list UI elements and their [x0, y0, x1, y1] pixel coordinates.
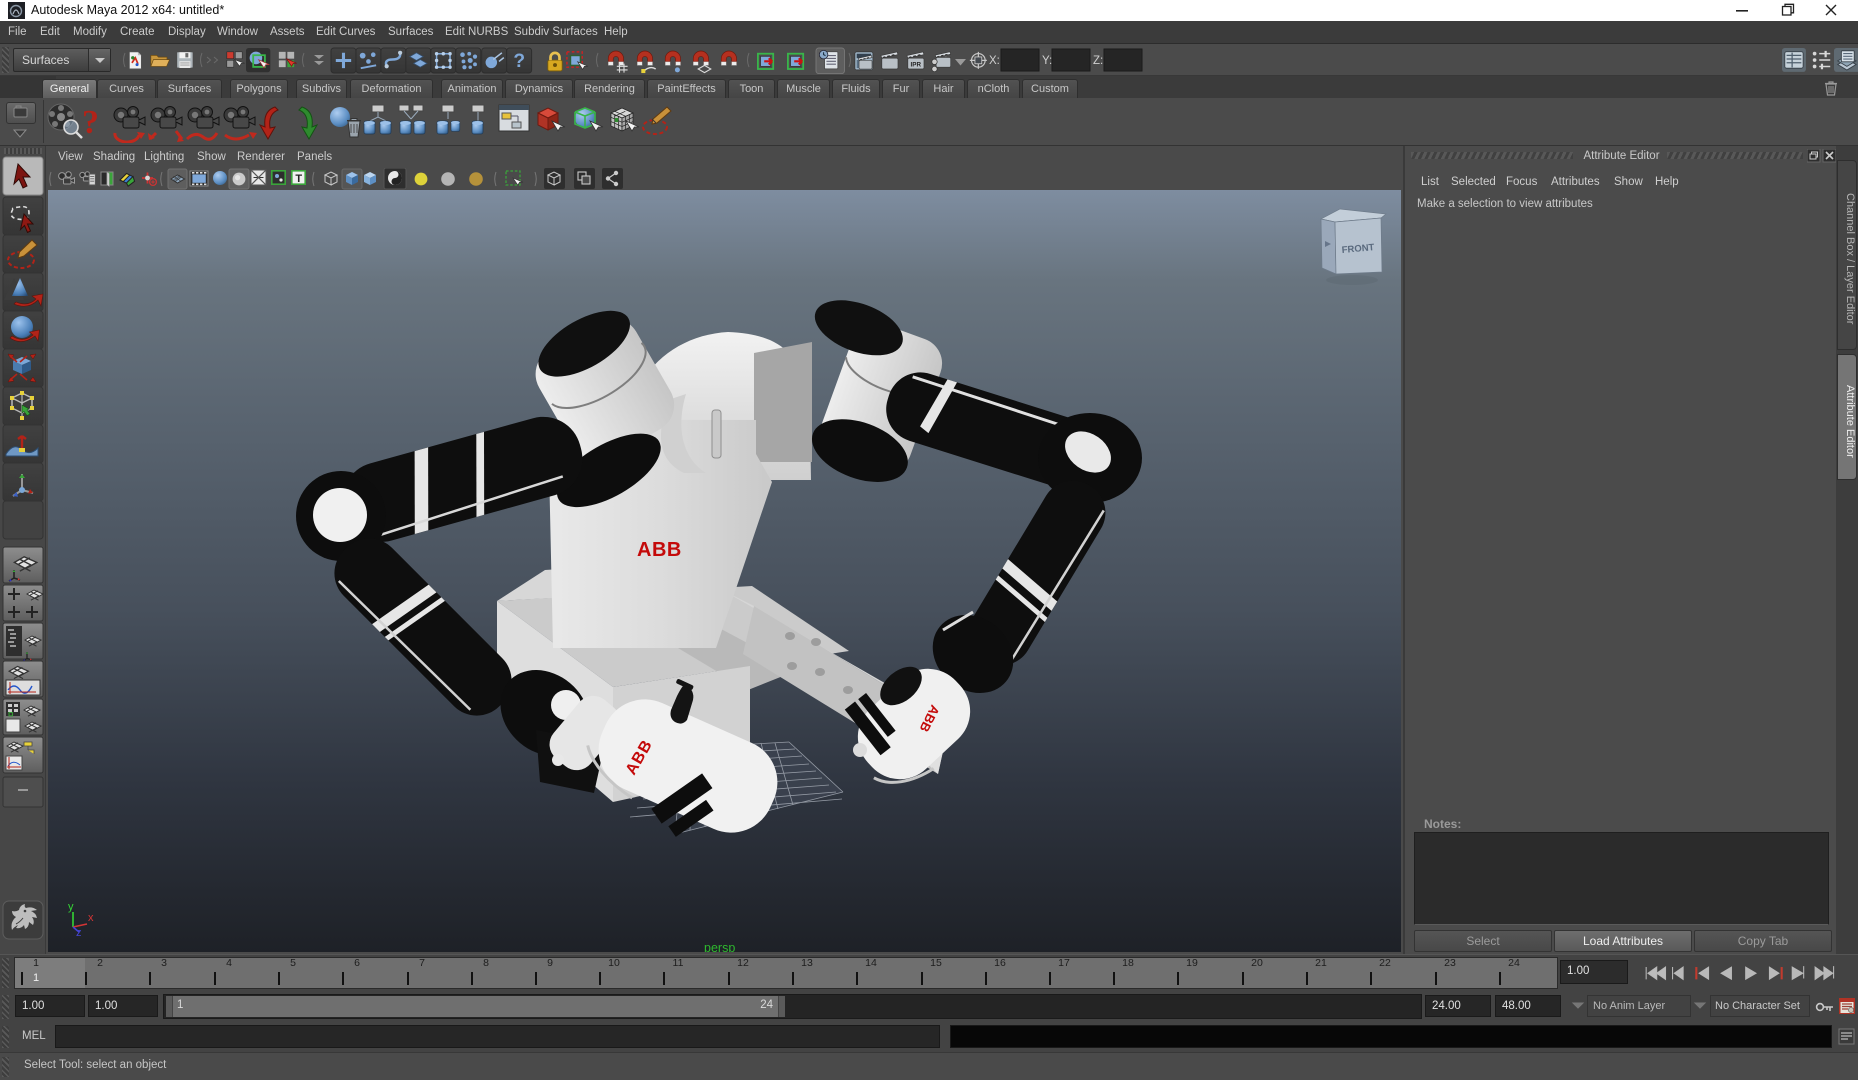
svg-text:X:: X: [989, 55, 1000, 67]
svg-text:?: ? [82, 104, 99, 141]
svg-text:persp: persp [704, 941, 735, 952]
svg-text:ABB: ABB [637, 539, 682, 561]
svg-text:IPR: IPR [911, 61, 922, 68]
svg-text:Z:: Z: [1093, 55, 1103, 67]
svg-text:x: x [88, 912, 94, 924]
svg-text:z: z [76, 927, 82, 939]
svg-text:Y:: Y: [1042, 55, 1052, 67]
svg-text:?: ? [513, 51, 525, 72]
svg-text:y: y [68, 901, 74, 913]
svg-text:T: T [295, 173, 302, 185]
